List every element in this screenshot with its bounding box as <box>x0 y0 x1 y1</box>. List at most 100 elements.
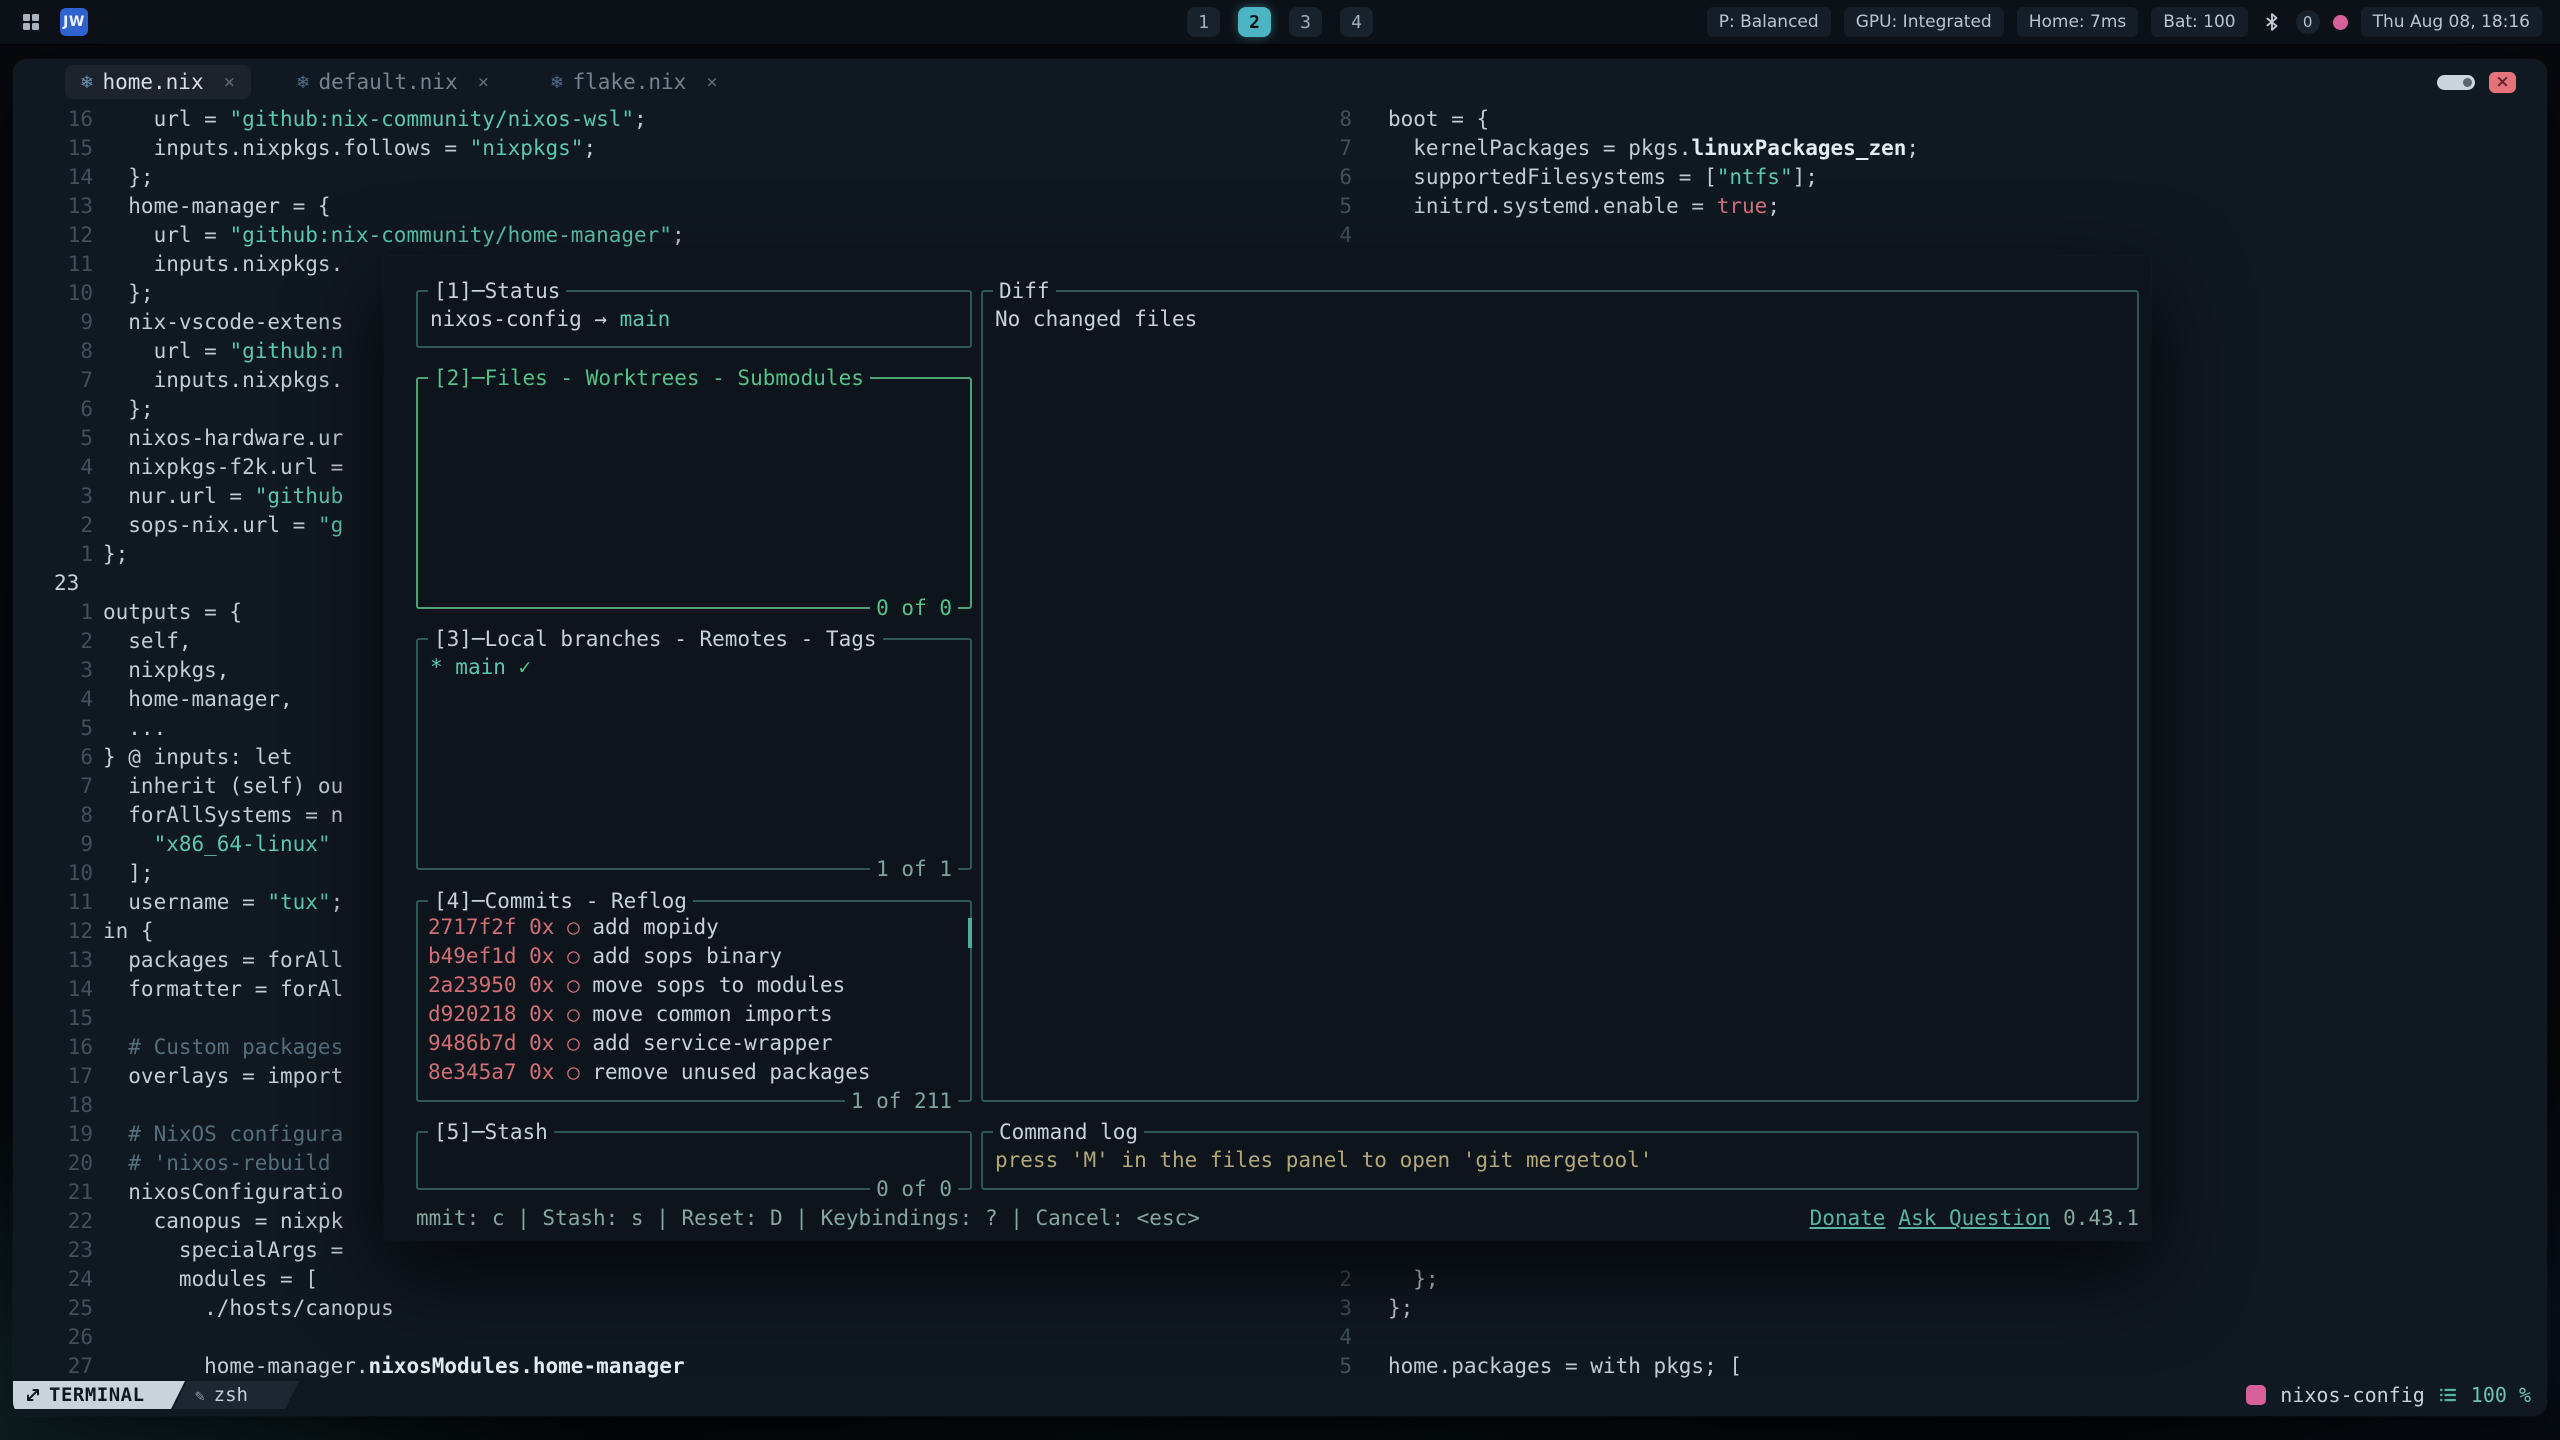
donate-link[interactable]: Donate <box>1810 1204 1886 1233</box>
code-line: 7 kernelPackages = pkgs.linuxPackages_ze… <box>1299 134 2547 163</box>
branch-marker: * <box>430 655 455 679</box>
editor-tabs: ❄home.nix×❄default.nix×❄flake.nix× <box>13 65 734 99</box>
branches-count: 1 of 1 <box>870 855 958 883</box>
commit-author: 0x <box>529 944 567 968</box>
command-log-title: Command log <box>993 1118 1144 1146</box>
commit-row[interactable]: d920218 0x ○ move common imports <box>428 1000 970 1029</box>
line-number: 21 <box>13 1178 93 1207</box>
commit-graph-node-icon: ○ <box>567 1002 592 1026</box>
power-profile-indicator[interactable]: P: Balanced <box>1707 7 1831 37</box>
line-number: 3 <box>13 482 93 511</box>
commit-row[interactable]: 2717f2f 0x ○ add mopidy <box>428 913 970 942</box>
tab-flake.nix[interactable]: ❄flake.nix× <box>535 65 734 99</box>
shell-tab[interactable]: ✎ zsh <box>173 1381 299 1409</box>
line-number: 3 <box>13 656 93 685</box>
nix-snowflake-icon: ❄ <box>81 71 92 93</box>
branch-item[interactable]: main <box>455 655 506 679</box>
code-line: 6 supportedFilesystems = ["ntfs"]; <box>1299 163 2547 192</box>
mode-label: TERMINAL <box>49 1384 145 1406</box>
tab-home.nix[interactable]: ❄ home.nix × <box>65 65 251 99</box>
line-number: 20 <box>13 1149 93 1178</box>
code-line: 25 ./hosts/canopus <box>13 1294 1293 1323</box>
line-number: 14 <box>13 163 93 192</box>
commit-message: add mopidy <box>592 915 718 939</box>
tab-close-icon[interactable]: × <box>706 71 717 93</box>
code-text: }; <box>1388 1265 1439 1294</box>
diff-content: No changed files <box>983 292 2137 347</box>
logo-badge[interactable]: JW <box>60 8 88 36</box>
notification-count-badge[interactable]: 0 <box>2296 10 2320 34</box>
code-text: forAllSystems = n <box>103 801 343 830</box>
code-text: in { <box>103 917 154 946</box>
line-number: 7 <box>13 772 93 801</box>
code-text: home.packages = with pkgs; [ <box>1388 1352 1742 1381</box>
check-icon: ✓ <box>506 655 531 679</box>
window-close-button[interactable]: × <box>2489 72 2516 93</box>
code-line: 8boot = { <box>1299 105 2547 134</box>
commit-author: 0x <box>529 973 567 997</box>
code-text: nixpkgs-f2k.url = <box>103 453 343 482</box>
workspace-button-1[interactable]: 1 <box>1187 7 1220 37</box>
line-number: 7 <box>13 366 93 395</box>
commit-hash: 2a23950 <box>428 973 529 997</box>
tab-close-icon[interactable]: × <box>478 71 489 93</box>
line-number: 13 <box>13 192 93 221</box>
code-text: nixosConfiguratio <box>103 1178 343 1207</box>
code-text: }; <box>1388 1294 1413 1323</box>
branches-panel-title: [3]─Local branches - Remotes - Tags <box>428 625 883 653</box>
lazygit-footer-links: Donate Ask Question 0.43.1 <box>1810 1204 2139 1233</box>
code-line: 15 inputs.nixpkgs.follows = "nixpkgs"; <box>13 134 1293 163</box>
commit-message: move sops to modules <box>592 973 845 997</box>
clock[interactable]: Thu Aug 08, 18:16 <box>2361 7 2542 37</box>
status-panel-title: [1]─Status <box>428 277 566 305</box>
commit-row[interactable]: 2a23950 0x ○ move sops to modules <box>428 971 970 1000</box>
topbar-right-group: P: Balanced GPU: Integrated Home: 7ms Ba… <box>1707 7 2542 37</box>
tab-default.nix[interactable]: ❄default.nix× <box>281 65 505 99</box>
code-text: nur.url = "github <box>103 482 343 511</box>
code-text: initrd.systemd.enable = true; <box>1388 192 1780 221</box>
lazygit-stash-panel[interactable]: [5]─Stash 0 of 0 <box>416 1131 972 1190</box>
tab-label: home.nix <box>102 70 203 94</box>
code-text: # NixOS configura <box>103 1120 343 1149</box>
workspace-button-2[interactable]: 2 <box>1238 7 1271 37</box>
line-number: 4 <box>1299 1323 1352 1352</box>
workspace-button-3[interactable]: 3 <box>1289 7 1322 37</box>
line-number: 22 <box>13 1207 93 1236</box>
line-number: 5 <box>13 714 93 743</box>
window-pin-toggle[interactable] <box>2437 75 2475 90</box>
code-text: url = "github:n <box>103 337 343 366</box>
lazygit-files-panel[interactable]: [2]─Files - Worktrees - Submodules 0 of … <box>416 377 972 609</box>
apps-menu-icon[interactable] <box>18 9 44 35</box>
layout-percent: 100 % <box>2471 1383 2531 1407</box>
code-text: canopus = nixpk <box>103 1207 343 1236</box>
color-indicator-dot[interactable] <box>2333 15 2348 30</box>
line-number: 12 <box>13 221 93 250</box>
lazygit-branches-panel[interactable]: [3]─Local branches - Remotes - Tags * ma… <box>416 638 972 870</box>
code-text: home-manager.nixosModules.home-manager <box>103 1352 685 1381</box>
commits-scrollbar[interactable] <box>968 918 972 948</box>
tab-close-icon[interactable]: × <box>224 71 235 93</box>
commit-row[interactable]: 8e345a7 0x ○ remove unused packages <box>428 1058 970 1087</box>
code-text: home-manager, <box>103 685 293 714</box>
commit-row[interactable]: 9486b7d 0x ○ add service-wrapper <box>428 1029 970 1058</box>
workspace-button-4[interactable]: 4 <box>1340 7 1373 37</box>
commit-row[interactable]: b49ef1d 0x ○ add sops binary <box>428 942 970 971</box>
ask-question-link[interactable]: Ask Question <box>1898 1204 2050 1233</box>
line-number: 27 <box>13 1352 93 1381</box>
line-number: 4 <box>13 453 93 482</box>
line-number: 10 <box>13 279 93 308</box>
lazygit-commits-panel[interactable]: [4]─Commits - Reflog 2717f2f 0x ○ add mo… <box>416 900 972 1102</box>
lazygit-status-panel[interactable]: [1]─Status nixos-config → main <box>416 290 972 348</box>
code-text: overlays = import <box>103 1062 343 1091</box>
lazygit-popup: [1]─Status nixos-config → main [2]─Files… <box>384 256 2151 1241</box>
line-number: 23 <box>13 1236 93 1265</box>
multiplexer-status-bar: TERMINAL ✎ zsh nixos-config 100 % <box>13 1381 2547 1409</box>
line-number: 7 <box>1299 134 1352 163</box>
commit-hash: d920218 <box>428 1002 529 1026</box>
commit-hash: 8e345a7 <box>428 1060 529 1084</box>
commit-list: 2717f2f 0x ○ add mopidyb49ef1d 0x ○ add … <box>418 902 970 1087</box>
bluetooth-icon[interactable] <box>2261 11 2283 33</box>
lazygit-command-log-panel[interactable]: Command log press 'M' in the files panel… <box>981 1131 2139 1190</box>
layout-list-icon <box>2439 1386 2457 1404</box>
lazygit-diff-panel[interactable]: Diff No changed files <box>981 290 2139 1102</box>
